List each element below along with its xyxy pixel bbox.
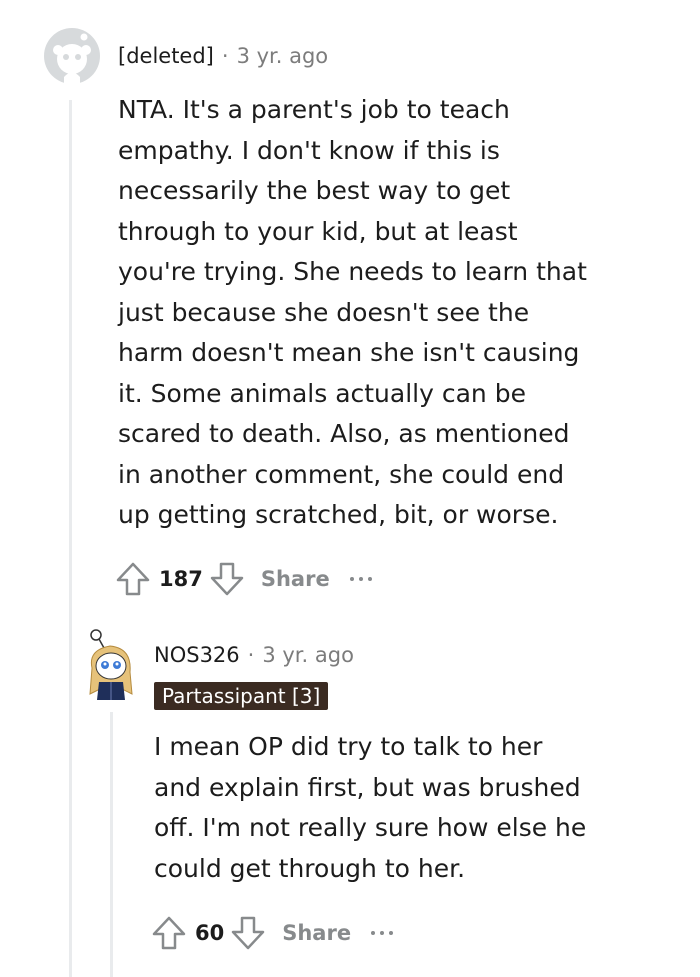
vote-score: 187 <box>159 567 203 591</box>
upvote-icon[interactable] <box>151 915 187 951</box>
snoo-avatar-icon[interactable] <box>84 628 140 708</box>
deleted-user-avatar-icon[interactable] <box>44 28 100 88</box>
timestamp[interactable]: 3 yr. ago <box>237 44 329 68</box>
comment-line: I mean OP did try to talk to her <box>154 732 543 761</box>
vote-score: 60 <box>195 921 225 945</box>
comment-line: and explain first, but was brushed <box>154 772 581 802</box>
share-button[interactable]: Share <box>282 921 351 945</box>
comment-body: I mean OP did try to talk to her and exp… <box>154 727 586 889</box>
comment-line: empathy. I don't know if this is <box>118 135 500 165</box>
upvote-icon[interactable] <box>115 561 151 597</box>
timestamp[interactable]: 3 yr. ago <box>262 643 354 667</box>
username[interactable]: [deleted] <box>118 44 214 68</box>
meta-separator: · <box>221 44 229 68</box>
comment-line: in another comment, she could end <box>118 459 565 489</box>
comment-line: it. Some animals actually can be <box>118 378 526 408</box>
comment-line: through to your kid, but at least <box>118 216 518 246</box>
meta-separator: · <box>247 643 255 667</box>
comment-line: off. I'm not really sure how else he <box>154 813 587 842</box>
comment-line: could get through to her. <box>154 853 466 883</box>
downvote-icon[interactable] <box>209 561 245 597</box>
comment-meta: NOS326 · 3 yr. ago <box>154 643 354 667</box>
thread-line[interactable] <box>69 100 72 977</box>
comment-actions: 187 Share <box>115 561 372 597</box>
comment-line: necessarily the best way to get <box>118 176 511 205</box>
user-flair: Partassipant [3] <box>154 682 329 710</box>
downvote-icon[interactable] <box>230 915 266 951</box>
comment-actions: 60 Share <box>151 915 394 951</box>
thread-line[interactable] <box>110 712 113 977</box>
comment-line: harm doesn't mean she isn't causing <box>118 338 580 367</box>
more-options-icon[interactable] <box>371 931 394 935</box>
comment-line: up getting scratched, bit, or worse. <box>118 500 559 529</box>
comment-line: just because she doesn't see the <box>118 297 530 327</box>
comment-body: NTA. It's a parent's job to teach empath… <box>118 90 587 536</box>
comment-line: NTA. It's a parent's job to teach <box>118 95 510 124</box>
more-options-icon[interactable] <box>349 577 372 581</box>
username[interactable]: NOS326 <box>154 643 240 667</box>
comment-line: you're trying. She needs to learn that <box>118 257 587 286</box>
comment-line: scared to death. Also, as mentioned <box>118 419 570 448</box>
comment-meta: [deleted] · 3 yr. ago <box>118 44 328 68</box>
share-button[interactable]: Share <box>261 567 330 591</box>
